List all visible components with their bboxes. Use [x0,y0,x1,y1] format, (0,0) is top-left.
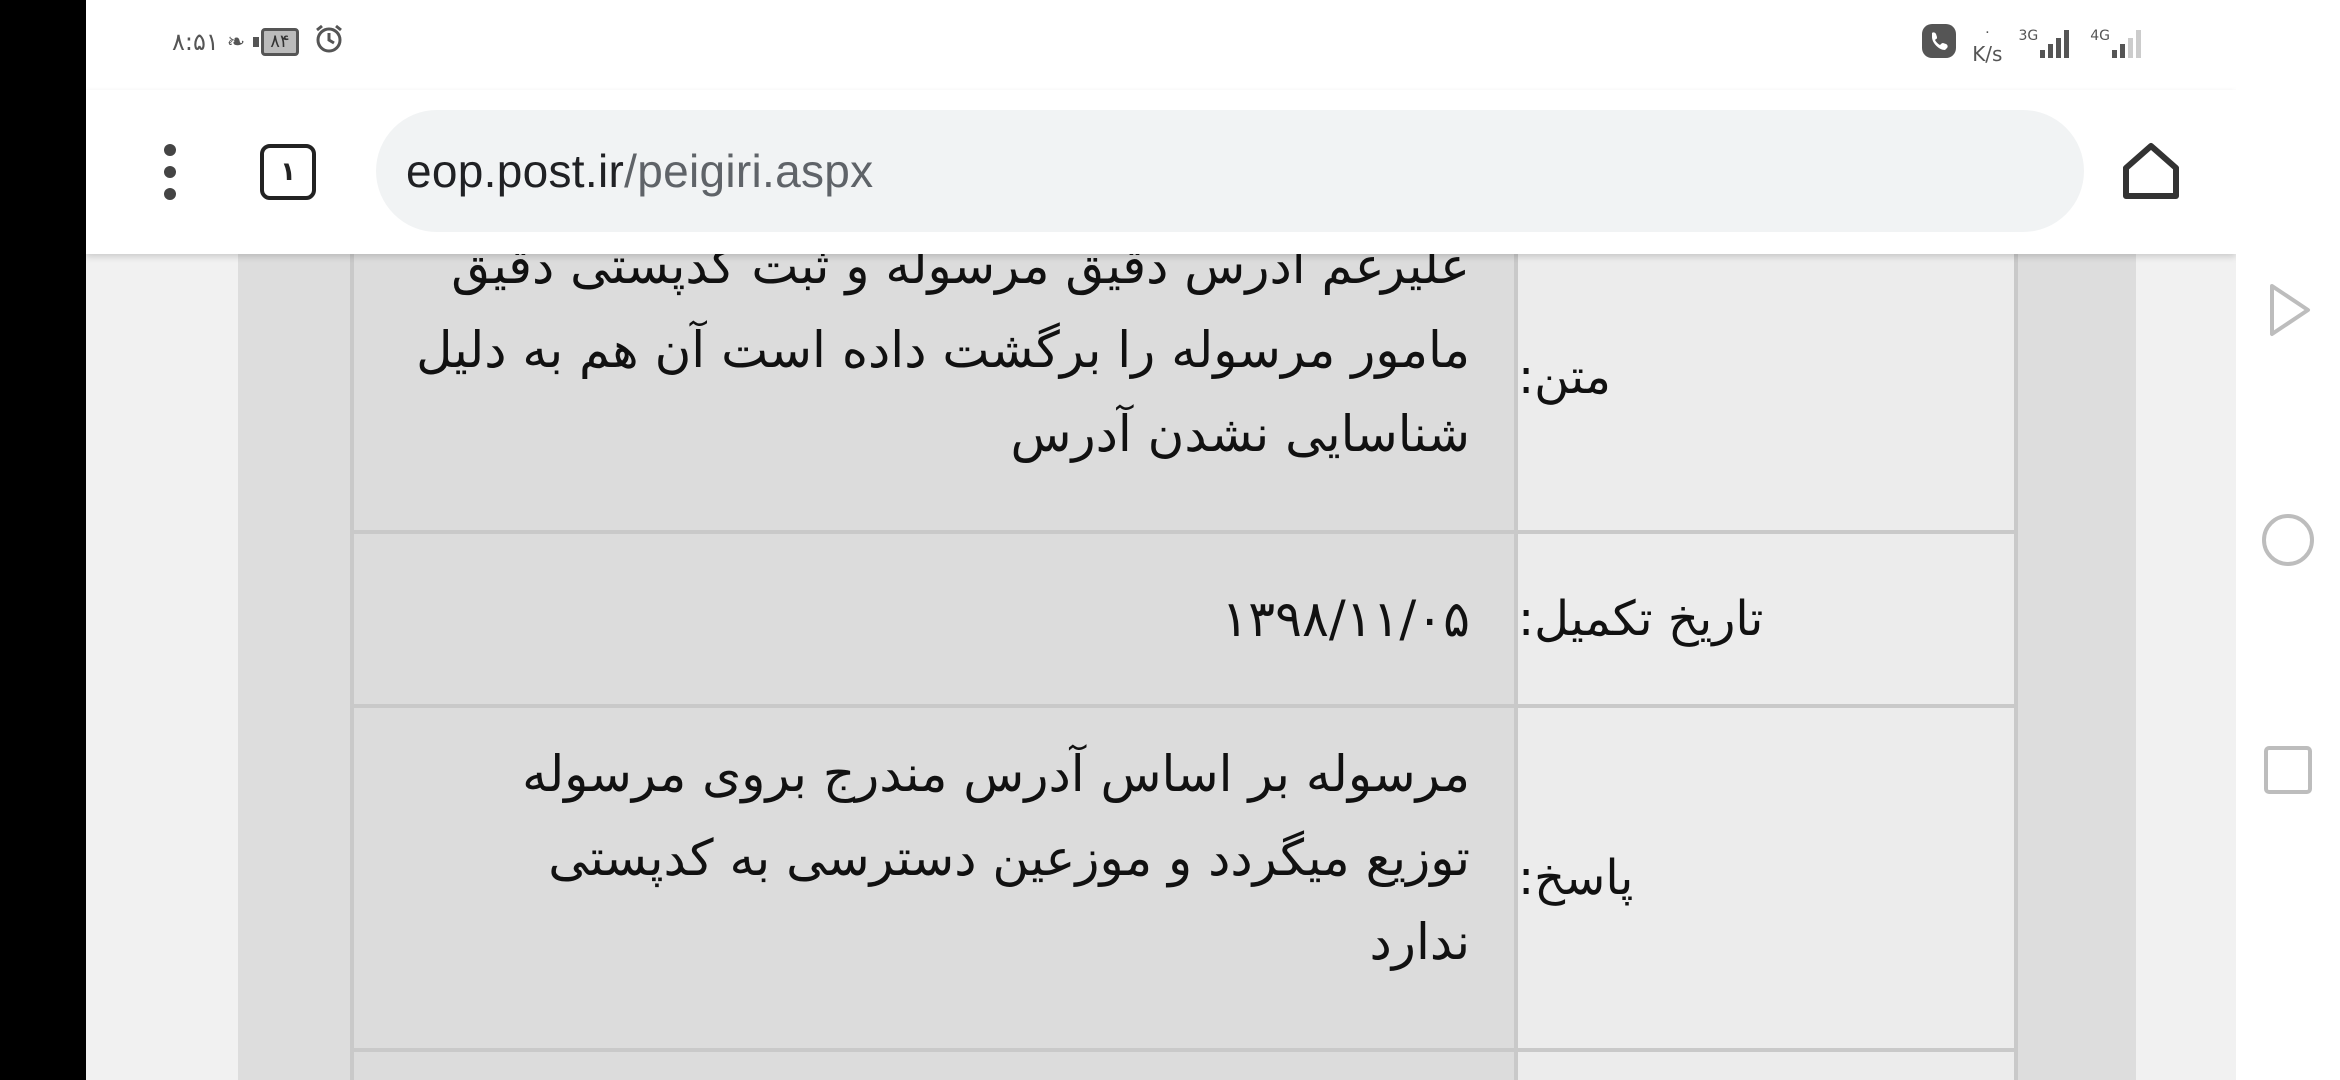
table-cell-value [350,1052,1514,1080]
left-black-bar [0,0,86,1080]
url-host: eop.post.ir [406,145,625,197]
status-left-group: ۸:۵۱ ❧ ۸۴ [172,22,345,62]
table-cell-label [1514,1052,2018,1080]
status-right-group: ۰ K/s 3G 4G [1922,18,2146,68]
table-cell-value: مرسوله بر اساس آدرس مندرج بروی مرسوله تو… [350,708,1514,1048]
table-row: مرسوله بر اساس آدرس مندرج بروی مرسوله تو… [350,708,2018,1052]
url-bar[interactable]: eop.post.ir/peigiri.aspx [376,110,2084,232]
table-cell-label: تاریخ تکمیل: [1514,534,2018,704]
table-row [350,1052,2018,1080]
recents-square-icon[interactable] [2258,740,2318,800]
home-icon[interactable] [2118,138,2184,204]
table-row: علیرغم آدرس دقیق مرسوله و ثبت کدپستی دقی… [350,224,2018,534]
browser-screen: ۸:۵۱ ❧ ۸۴ ۰ K/s 3G 4G ۱ eop.post.ir /pei… [86,0,2236,1080]
table-cell-label: متن: [1514,224,2018,530]
signal-icon: 3G [2018,28,2074,58]
battery-level: ۸۴ [261,28,299,56]
phone-icon [1922,23,1957,63]
android-navigation-bar [2236,0,2340,1080]
url-path: /peigiri.aspx [624,145,874,197]
table-cell-label: پاسخ: [1514,708,2018,1048]
tabs-button[interactable]: ۱ [260,144,316,200]
tab-count: ۱ [280,157,296,187]
more-vert-icon[interactable] [142,140,198,204]
table-cell-value: علیرغم آدرس دقیق مرسوله و ثبت کدپستی دقی… [350,224,1514,530]
back-triangle-icon[interactable] [2258,280,2318,340]
leaf-icon: ❧ [226,29,246,55]
alarm-icon [313,23,345,61]
network-speed: ۰ K/s [1972,24,2003,66]
status-time: ۸:۵۱ [172,28,219,56]
table-row: ۱۳۹۸/۱۱/۰۵ تاریخ تکمیل: [350,534,2018,708]
browser-toolbar: ۱ eop.post.ir/peigiri.aspx [86,90,2236,254]
table-cell-value: ۱۳۹۸/۱۱/۰۵ [350,534,1514,704]
signal-icon-2: 4G [2090,28,2146,58]
battery-icon: ۸۴ [253,28,299,56]
page-content: علیرغم آدرس دقیق مرسوله و ثبت کدپستی دقی… [238,224,2136,1080]
home-circle-icon[interactable] [2258,510,2318,570]
status-bar: ۸:۵۱ ❧ ۸۴ ۰ K/s 3G 4G [86,0,2236,90]
